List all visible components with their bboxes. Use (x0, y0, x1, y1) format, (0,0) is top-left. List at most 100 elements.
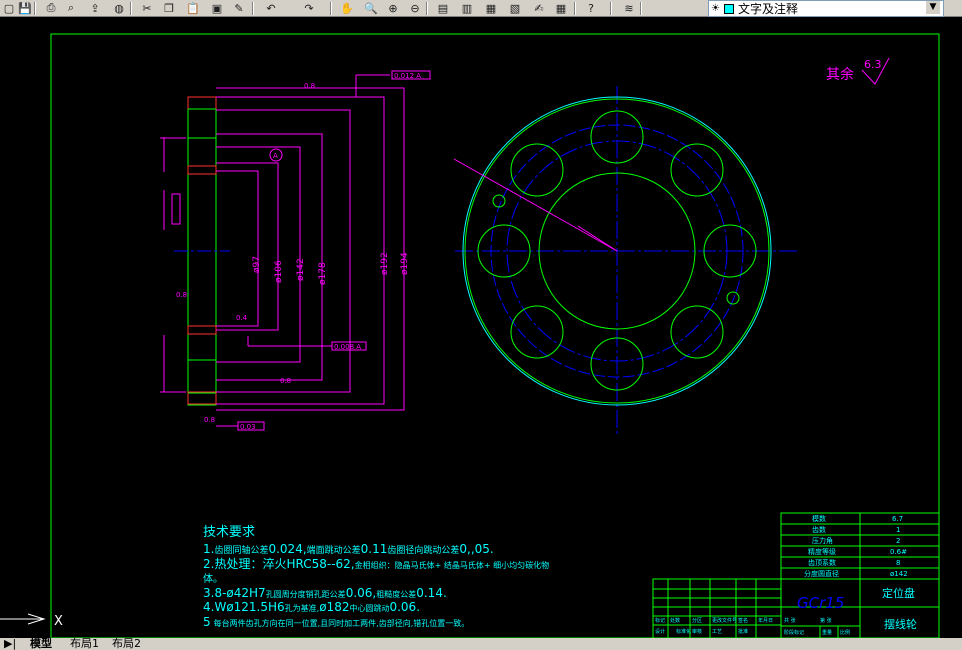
svg-text:5每台两件齿孔方向在同一位置,且同时加工两件,齿部径向,错孔: 5 每台两件齿孔方向在同一位置,且同时加工两件,齿部径向,错孔位置一致。 (203, 615, 469, 629)
roughness-side-2: 0.8 (280, 377, 291, 385)
toolbar-separator (426, 2, 428, 15)
side-section-view: ø97 ø106 ø142 ø178 ø192 ø194 0.012 A 0.0… (160, 70, 431, 431)
part-name: 定位盘 (882, 586, 915, 600)
svg-text:第 张: 第 张 (820, 617, 832, 624)
svg-text:标记: 标记 (655, 617, 665, 624)
ucs-icon: X (0, 613, 63, 629)
svg-text:齿顶系数: 齿顶系数 (808, 558, 836, 567)
calculator-icon[interactable]: ▦ (552, 0, 570, 16)
tab-layout1[interactable]: 布局1 (68, 638, 101, 650)
tab-nav-first-icon[interactable]: ▶| (2, 638, 18, 650)
svg-text:阶段标记: 阶段标记 (784, 629, 804, 636)
toolbar-separator (610, 2, 612, 15)
dim-d178: ø178 (318, 262, 328, 285)
svg-text:更改文件号: 更改文件号 (712, 617, 737, 624)
tech-title: 技术要求 (203, 525, 255, 540)
svg-text:批准: 批准 (738, 628, 748, 635)
paste-icon[interactable]: 📋 (184, 0, 202, 16)
match-properties-icon[interactable]: ▣ (208, 0, 226, 16)
dim-d192: ø192 (380, 252, 390, 275)
svg-text:分区: 分区 (692, 617, 702, 624)
roughness-side-5: 0.8 (204, 416, 215, 424)
svg-text:2.热处理：淬火HRC58--62,金相组织：隐晶马氏体+: 2.热处理：淬火HRC58--62,金相组织：隐晶马氏体+ 结晶马氏体+ 细小均… (203, 556, 549, 571)
svg-text:年月日: 年月日 (758, 617, 773, 624)
svg-text:审核: 审核 (692, 628, 702, 635)
svg-text:X: X (54, 614, 63, 629)
svg-text:比例: 比例 (840, 629, 850, 636)
roughness-side-3: 0.8 (176, 291, 187, 299)
title-block: GCr15 定位盘 摆线轮 标记 处数 分区 更改文件号 签名 年月日 设计 标… (652, 578, 940, 638)
svg-text:共 张: 共 张 (784, 617, 796, 624)
svg-text:齿数: 齿数 (812, 525, 826, 534)
design-center-icon[interactable]: ▥ (458, 0, 476, 16)
svg-text:签名: 签名 (738, 617, 748, 624)
cut-icon[interactable]: ✂ (138, 0, 156, 16)
publish-icon[interactable]: ⇪ (86, 0, 104, 16)
pan-icon[interactable]: ✋ (338, 0, 356, 16)
layer-visible-icon[interactable]: ☀ (711, 3, 720, 14)
toolbar-separator (130, 2, 132, 15)
svg-text:2: 2 (896, 537, 900, 545)
dim-d97: ø97 (252, 256, 262, 273)
svg-text:重量: 重量 (822, 629, 832, 636)
layer-manager-icon[interactable]: ≋ (620, 0, 638, 16)
copy-icon[interactable]: ❐ (160, 0, 178, 16)
chevron-down-icon[interactable]: ▼ (926, 1, 940, 14)
toolbar-separator (252, 2, 254, 15)
properties-icon[interactable]: ▤ (434, 0, 452, 16)
tolerance-parallel-mid: 0.008 A (334, 343, 361, 351)
technical-requirements: 技术要求 1.齿圈同轴公差0.024,端面跳动公差0.11齿圈径向跳动公差0,,… (203, 525, 549, 629)
zoom-realtime-icon[interactable]: 🔍 (362, 0, 380, 16)
drawing-frame (50, 33, 940, 638)
svg-text:设计: 设计 (655, 628, 665, 635)
layer-name: 文字及注释 (737, 2, 798, 16)
roughness-side-1: 0.8 (304, 82, 315, 90)
svg-text:4.Wø121.5H6孔为基准,ø182中心圆跳动0.06.: 4.Wø121.5H6孔为基准,ø182中心圆跳动0.06. (203, 600, 420, 614)
svg-text:体。: 体。 (203, 573, 223, 585)
tab-layout2[interactable]: 布局2 (110, 638, 143, 650)
redo-icon[interactable]: ↷ (300, 0, 318, 16)
svg-text:精度等级: 精度等级 (808, 547, 836, 556)
gear-data-table: 模数 6.7 齿数 1 压力角 2 精度等级 0.6# 齿顶系数 8 分度圆直径… (780, 512, 940, 580)
markup-icon[interactable]: ✍ (530, 0, 548, 16)
toolbar-separator (34, 2, 36, 15)
toolbar-separator (640, 2, 642, 15)
dim-d194: ø194 (400, 252, 410, 275)
print-preview-icon[interactable]: ⌕ (62, 0, 80, 16)
sheet-set-icon[interactable]: ▧ (506, 0, 524, 16)
plot-icon[interactable]: ◍ (110, 0, 128, 16)
dim-d106: ø106 (274, 260, 284, 283)
zoom-previous-icon[interactable]: ⊖ (406, 0, 424, 16)
svg-text:ø142: ø142 (890, 570, 908, 578)
tool-palettes-icon[interactable]: ▦ (482, 0, 500, 16)
pencil-icon[interactable]: ✎ (230, 0, 248, 16)
undo-icon[interactable]: ↶ (262, 0, 280, 16)
tolerance-bottom: 0.03 (240, 423, 256, 431)
layer-dropdown[interactable]: ☀ 文字及注释 (708, 0, 944, 17)
help-icon[interactable]: ? (582, 0, 600, 16)
svg-text:3.8-ø42H7孔圆周分度销孔距公差0.06,粗糙度公差0: 3.8-ø42H7孔圆周分度销孔距公差0.06,粗糙度公差0.14. (203, 586, 447, 600)
svg-text:处数: 处数 (670, 617, 680, 624)
drawing-name: 摆线轮 (884, 617, 917, 631)
tolerance-flatness-top: 0.012 A (394, 72, 421, 80)
tab-model[interactable]: 模型 (28, 638, 54, 650)
svg-text:1.齿圈同轴公差0.024,端面跳动公差0.11齿圈径向跳动: 1.齿圈同轴公差0.024,端面跳动公差0.11齿圈径向跳动公差0,,05. (203, 542, 494, 556)
svg-text:0.6#: 0.6# (890, 548, 907, 556)
zoom-window-icon[interactable]: ⊕ (384, 0, 402, 16)
svg-text:6.7: 6.7 (892, 515, 903, 523)
svg-text:8: 8 (896, 559, 900, 567)
svg-text:分度圆直径: 分度圆直径 (804, 569, 839, 578)
datum-label: A (273, 152, 278, 160)
svg-text:1: 1 (896, 526, 900, 534)
layer-color-icon (723, 3, 734, 14)
print-icon[interactable]: ⎙ (42, 0, 60, 16)
save-icon[interactable]: 💾 (16, 0, 34, 16)
roughness-note: 其余 (826, 66, 854, 83)
roughness-value: 6.3 (864, 58, 882, 71)
layout-tabs-bar: ▶| 模型 布局1 布局2 (0, 638, 962, 650)
svg-text:标准化: 标准化 (676, 628, 691, 635)
toolbar-separator (330, 2, 332, 15)
svg-text:模数: 模数 (812, 514, 826, 523)
material-label: GCr15 (797, 594, 844, 612)
drawing-canvas[interactable]: 其余 6.3 ø97 ø106 ø142 ø178 ø192 ø194 0.01… (0, 17, 962, 638)
